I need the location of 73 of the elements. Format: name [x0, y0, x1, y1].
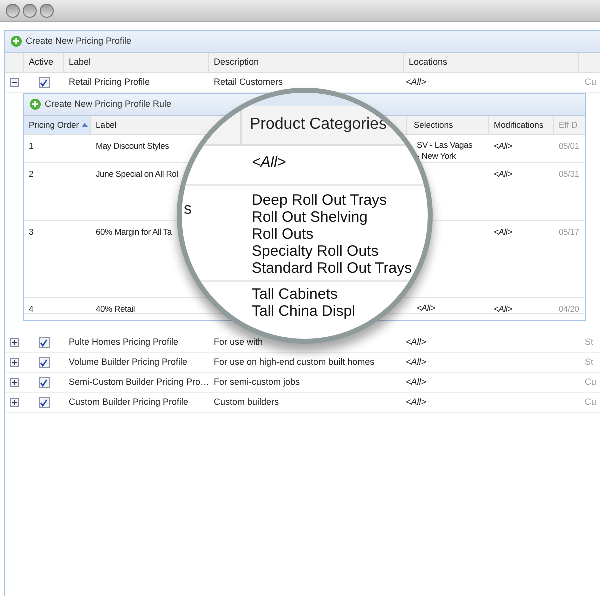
table-cell: 05/01 — [559, 141, 580, 151]
table-cell: Custom builders — [214, 396, 280, 407]
table-cell: 4 — [29, 304, 34, 314]
collapse-icon[interactable] — [10, 78, 19, 87]
table-cell-text: Roll Outs — [252, 226, 315, 243]
window-control-icon[interactable] — [23, 4, 37, 18]
checkbox[interactable] — [38, 337, 50, 348]
table-cell: 60% Margin for All Ta — [96, 227, 172, 237]
table-cell: <All> — [406, 356, 427, 367]
add-icon — [11, 36, 22, 47]
table-cell-text: Specialty Roll Outs — [252, 243, 380, 260]
table-cell: Volume Builder Pricing Profile — [69, 356, 188, 367]
expand-icon[interactable] — [10, 358, 19, 367]
column-header[interactable]: Selections — [414, 118, 454, 132]
add-icon — [30, 99, 41, 110]
table-cell: 05/31 — [559, 169, 580, 179]
table-cell: Pulte Homes Pricing Profile — [69, 336, 179, 347]
table-cell: Custom Builder Pricing Profile — [69, 396, 189, 407]
table-cell: Cu — [585, 396, 597, 407]
expand-icon[interactable] — [10, 378, 19, 387]
table-cell: June Special on All Rol — [96, 169, 178, 179]
table-cell: Tall China Displ — [252, 303, 356, 320]
table-cell: <All> — [494, 304, 512, 314]
column-header[interactable]: Locations — [404, 53, 579, 72]
table-cell: 1 — [29, 141, 34, 151]
column-header[interactable]: Label — [96, 118, 117, 132]
table-cell: Semi-Custom Builder Pricing Pro… — [69, 376, 210, 387]
column-header[interactable]: Label — [64, 53, 209, 72]
table-cell: For use on high-end custom built homes — [214, 356, 375, 367]
create-profile-button[interactable]: Create New Pricing Profile — [26, 34, 132, 48]
table-cell: <All> — [406, 396, 427, 407]
window-control-icon[interactable] — [6, 4, 20, 18]
table-cell: Retail Customers — [214, 76, 284, 87]
table-cell-text: SV - Las Vagas — [417, 140, 474, 151]
table-cell-text: - New York — [417, 151, 458, 162]
table-cell: Standard Roll Out Trays — [252, 260, 412, 277]
column-header[interactable]: Description — [209, 53, 404, 72]
table-cell-text: <All> — [417, 303, 436, 314]
table-cell-text: Deep Roll Out Trays — [252, 192, 388, 209]
sort-ascending-icon — [82, 123, 88, 127]
table-cell: 04/20 — [559, 304, 580, 314]
table-cell: For use with — [214, 336, 264, 347]
checkbox[interactable] — [38, 357, 50, 368]
checkbox[interactable] — [38, 377, 50, 388]
table-cell: For semi-custom jobs — [214, 376, 300, 387]
table-cell: 2 — [29, 169, 34, 179]
table-cell: <All> — [406, 376, 427, 387]
table-cell: St — [585, 356, 594, 367]
table-cell-text: Tall Cabinets — [252, 286, 339, 303]
table-cell-text: Roll Out Shelving — [252, 209, 369, 226]
table-cell: 40% Retail — [96, 304, 136, 314]
table-cell: Retail Pricing Profile — [69, 76, 150, 87]
create-rule-button[interactable]: Create New Pricing Profile Rule — [45, 98, 172, 112]
table-cell: <All> — [494, 141, 512, 151]
expand-icon[interactable] — [10, 398, 19, 407]
table-cell: 3 — [29, 227, 34, 237]
column-header[interactable]: Active — [24, 53, 64, 72]
table-cell: May Discount Styles — [96, 141, 170, 151]
window-control-icon[interactable] — [40, 4, 54, 18]
expand-icon[interactable] — [10, 338, 19, 347]
table-cell: <All> — [252, 154, 286, 171]
table-cell: St — [585, 336, 594, 347]
table-cell: <All> — [406, 336, 427, 347]
checkbox[interactable] — [38, 77, 50, 88]
column-header[interactable]: Modifications — [494, 118, 544, 132]
table-cell: Cu — [585, 376, 597, 387]
table-cell: <All> — [406, 76, 427, 87]
table-cell: s — [184, 201, 192, 218]
table-cell: 05/17 — [559, 227, 580, 237]
table-cell: Cu — [585, 76, 597, 87]
checkbox[interactable] — [38, 397, 50, 408]
table-cell: <All> — [494, 227, 512, 237]
table-cell: <All> — [494, 169, 512, 179]
